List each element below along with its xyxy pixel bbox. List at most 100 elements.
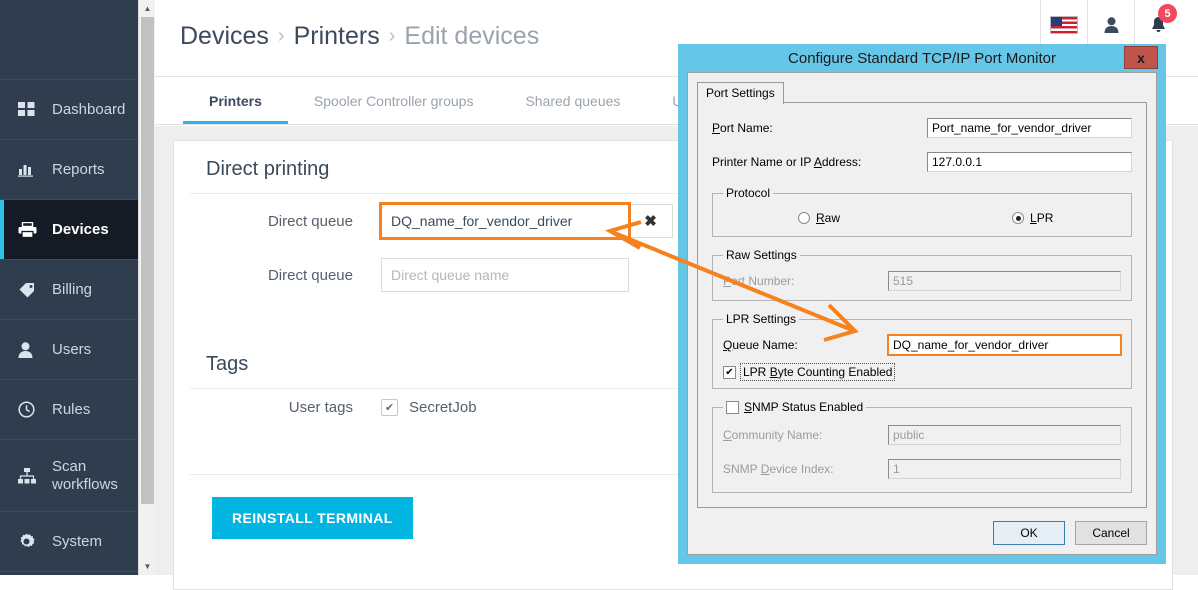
- direct-queue-label: Direct queue: [206, 267, 381, 284]
- snmp-device-index-input: [888, 459, 1121, 479]
- sidebar-logo: [0, 0, 138, 80]
- breadcrumb-item-printers[interactable]: Printers: [294, 22, 380, 51]
- protocol-legend: Protocol: [723, 186, 773, 200]
- queue-name-row: Queue Name:: [723, 335, 1121, 355]
- lpr-byte-counting-row[interactable]: ✔ LPR Byte Counting Enabled: [723, 365, 1121, 379]
- dashboard-icon: [18, 102, 44, 117]
- snmp-legend-wrap: SNMP Status Enabled: [726, 400, 863, 414]
- snmp-status-checkbox[interactable]: [726, 401, 739, 414]
- tab-label: Printers: [209, 93, 262, 109]
- sidebar-item-devices[interactable]: Devices: [0, 200, 138, 260]
- breadcrumb-separator: ›: [278, 25, 285, 48]
- lpr-byte-counting-checkbox[interactable]: ✔: [723, 366, 736, 379]
- tab-shared-queues[interactable]: Shared queues: [499, 77, 646, 124]
- direct-queue-input[interactable]: [381, 258, 629, 292]
- port-number-row: Port Number:: [723, 271, 1121, 291]
- sidebar-item-scan-workflows[interactable]: Scan workflows: [0, 440, 138, 512]
- reports-icon: [18, 162, 44, 177]
- protocol-options: Raw LPR: [723, 209, 1121, 227]
- clock-icon: [18, 401, 44, 418]
- radio-icon: [798, 212, 810, 224]
- tag-checkbox-secretjob[interactable]: ✔: [381, 399, 398, 416]
- breadcrumb-separator: ›: [389, 25, 396, 48]
- raw-settings-legend: Raw Settings: [723, 248, 800, 262]
- page-scrollbar[interactable]: ▲ ▼: [138, 0, 155, 575]
- sidebar-item-label: Rules: [52, 401, 90, 418]
- sidebar-item-label: Billing: [52, 281, 92, 298]
- language-selector[interactable]: [1040, 0, 1087, 50]
- printer-address-input[interactable]: [927, 152, 1132, 172]
- dialog-titlebar[interactable]: Configure Standard TCP/IP Port Monitor x: [678, 44, 1166, 72]
- account-button[interactable]: [1087, 0, 1134, 50]
- lpr-settings-legend: LPR Settings: [723, 312, 799, 326]
- port-settings-panel: PPort Name:ort Name: Printer Name or IP …: [697, 102, 1147, 508]
- protocol-option-label: LPR: [1030, 211, 1053, 225]
- tab-spooler-controller-groups[interactable]: Spooler Controller groups: [288, 77, 500, 124]
- tab-port-settings[interactable]: Port Settings: [697, 82, 784, 104]
- protocol-group: Protocol Raw LPR: [712, 186, 1132, 237]
- printer-icon: [18, 222, 44, 238]
- protocol-option-label: Raw: [816, 211, 840, 225]
- direct-queue-input-group: ✖: [381, 204, 673, 238]
- configure-port-monitor-dialog: Configure Standard TCP/IP Port Monitor x…: [678, 44, 1166, 564]
- snmp-legend: SNMP Status Enabled: [723, 400, 866, 414]
- radio-icon: [1012, 212, 1024, 224]
- clear-direct-queue-button[interactable]: ✖: [629, 204, 673, 238]
- dialog-body: Port Settings PPort Name:ort Name: Print…: [687, 72, 1157, 555]
- queue-name-input[interactable]: [888, 335, 1121, 355]
- reinstall-terminal-button[interactable]: REINSTALL TERMINAL: [212, 497, 413, 539]
- sidebar-item-label: Dashboard: [52, 101, 125, 118]
- check-icon: ✔: [725, 367, 733, 378]
- direct-queue-label: Direct queue: [206, 213, 381, 230]
- dialog-close-button[interactable]: x: [1124, 46, 1158, 69]
- community-name-row: Community Name:: [723, 425, 1121, 445]
- printer-address-row: Printer Name or IP Address:: [712, 152, 1132, 172]
- tab-label: Port Settings: [706, 86, 775, 100]
- dialog-buttons: OK Cancel: [993, 521, 1147, 545]
- raw-settings-group: Raw Settings Port Number:: [712, 248, 1132, 301]
- port-number-input: [888, 271, 1121, 291]
- port-name-label: PPort Name:ort Name:: [712, 121, 927, 135]
- notification-badge: 5: [1158, 4, 1177, 23]
- scrollbar-up-arrow[interactable]: ▲: [139, 0, 156, 17]
- cancel-button[interactable]: Cancel: [1075, 521, 1147, 545]
- notifications-button[interactable]: 5: [1134, 0, 1181, 50]
- sidebar-item-billing[interactable]: Billing: [0, 260, 138, 320]
- port-name-row: PPort Name:ort Name:: [712, 118, 1132, 138]
- sidebar-item-system[interactable]: System: [0, 512, 138, 572]
- sidebar: Dashboard Reports Devices Billing Users …: [0, 0, 138, 575]
- sidebar-item-rules[interactable]: Rules: [0, 380, 138, 440]
- sidebar-item-users[interactable]: Users: [0, 320, 138, 380]
- community-name-input: [888, 425, 1121, 445]
- header-tools: 5: [1040, 0, 1181, 50]
- sidebar-item-label: Reports: [52, 161, 105, 178]
- tab-label: Shared queues: [525, 93, 620, 109]
- direct-queue-input[interactable]: [381, 204, 629, 238]
- port-number-label: Port Number:: [723, 274, 888, 288]
- sidebar-item-dashboard[interactable]: Dashboard: [0, 80, 138, 140]
- ok-button[interactable]: OK: [993, 521, 1065, 545]
- protocol-radio-raw[interactable]: Raw: [723, 211, 922, 225]
- protocol-radio-lpr[interactable]: LPR: [922, 211, 1121, 225]
- snmp-group: SNMP Status Enabled Community Name: SNMP…: [712, 400, 1132, 493]
- tab-printers[interactable]: Printers: [183, 77, 288, 124]
- sidebar-item-reports[interactable]: Reports: [0, 140, 138, 200]
- sidebar-item-label: Devices: [52, 221, 109, 238]
- queue-name-label: Queue Name:: [723, 338, 888, 352]
- check-icon: ✔: [385, 401, 394, 414]
- scrollbar-down-arrow[interactable]: ▼: [139, 558, 156, 575]
- tag-icon: [18, 282, 44, 298]
- port-name-input[interactable]: [927, 118, 1132, 138]
- scrollbar-thumb[interactable]: [141, 17, 154, 504]
- tab-label: Spooler Controller groups: [314, 93, 474, 109]
- us-flag-icon: [1051, 17, 1077, 33]
- breadcrumb-item-edit-devices: Edit devices: [404, 22, 539, 51]
- user-icon: [18, 342, 44, 358]
- sidebar-item-label: Scan workflows: [52, 458, 138, 493]
- sidebar-item-label: Users: [52, 341, 91, 358]
- community-name-label: Community Name:: [723, 428, 888, 442]
- tag-label-secretjob: SecretJob: [409, 399, 477, 416]
- snmp-device-index-row: SNMP Device Index:: [723, 459, 1121, 479]
- breadcrumb-item-devices[interactable]: Devices: [180, 22, 269, 51]
- user-tags-label: User tags: [206, 399, 381, 416]
